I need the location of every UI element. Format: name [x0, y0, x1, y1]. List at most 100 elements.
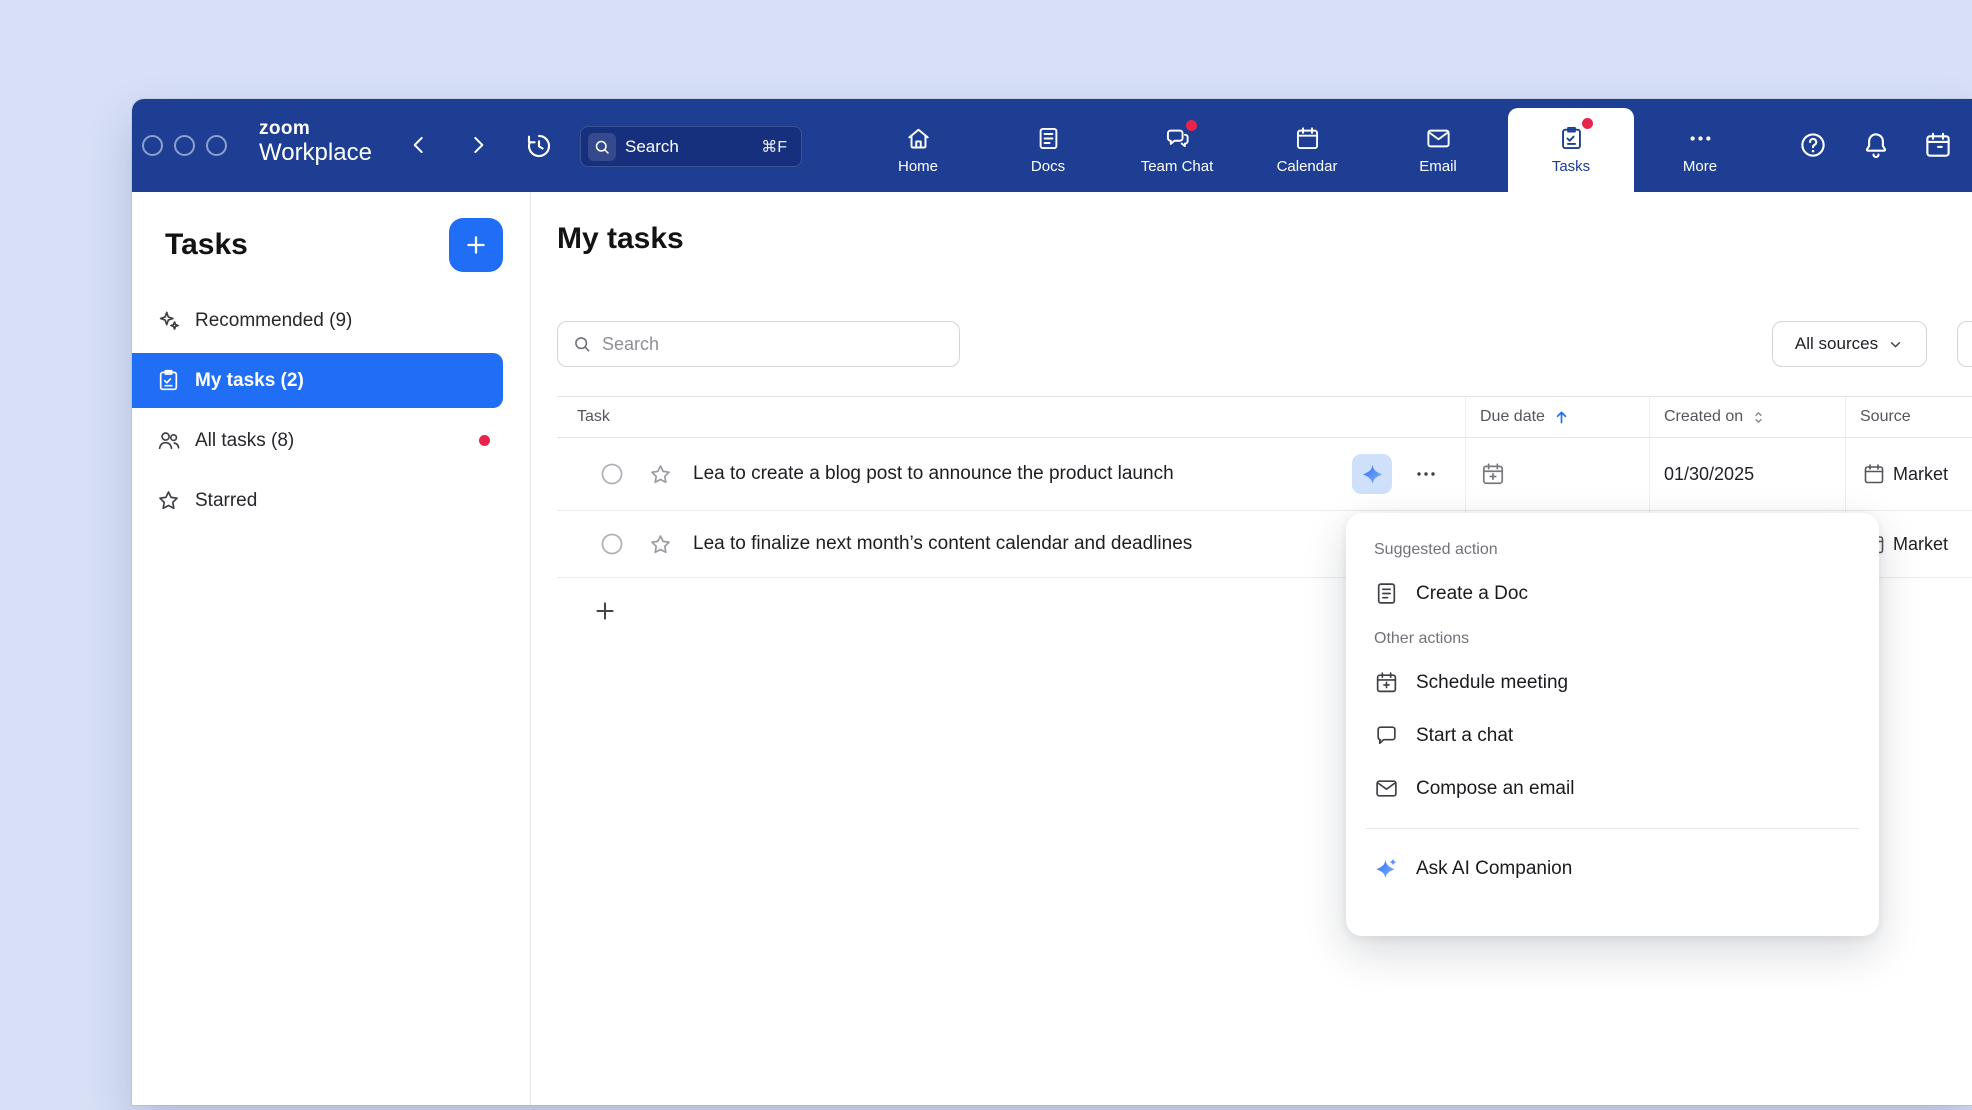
sidebar-item-recommended[interactable]: Recommended (9) [132, 293, 503, 348]
plus-icon [463, 232, 489, 258]
nav-item-more[interactable]: More [1637, 108, 1763, 192]
logo-zoom-text: zoom [259, 119, 372, 139]
column-header-source[interactable]: Source [1845, 397, 1972, 437]
menu-item-create-doc[interactable]: Create a Doc [1346, 567, 1879, 620]
window-control-maximize[interactable] [206, 135, 227, 156]
more-icon [1687, 125, 1714, 152]
home-icon [905, 125, 932, 152]
task-title[interactable]: Lea to create a blog post to announce th… [693, 463, 1174, 485]
email-icon [1425, 125, 1452, 152]
due-date-cell[interactable] [1465, 438, 1649, 510]
window-control-close[interactable] [142, 135, 163, 156]
window-control-minimize[interactable] [174, 135, 195, 156]
task-checkbox[interactable] [599, 461, 625, 487]
filter-extra-button[interactable] [1957, 321, 1972, 367]
menu-item-ask-ai-companion[interactable]: Ask AI Companion [1346, 842, 1879, 895]
search-icon [588, 133, 616, 161]
nav-item-email[interactable]: Email [1375, 108, 1501, 192]
all-tasks-notification-dot [479, 435, 490, 446]
plus-icon [592, 598, 618, 624]
nav-item-tasks[interactable]: Tasks [1508, 108, 1634, 192]
tasks-sidebar: Tasks Recommended (9) My tasks (2) All t… [132, 192, 531, 1105]
top-bar: zoom Workplace Search ⌘F Home Docs [132, 99, 1972, 192]
page-title: My tasks [557, 222, 684, 256]
nav-item-docs[interactable]: Docs [985, 108, 1111, 192]
star-icon[interactable] [648, 532, 673, 557]
column-header-created-on[interactable]: Created on [1649, 397, 1845, 437]
ai-sparkle-icon [1361, 463, 1384, 486]
sidebar-item-label: Recommended (9) [195, 310, 352, 332]
search-icon [572, 334, 592, 354]
clipboard-check-icon [156, 368, 181, 393]
task-search[interactable] [557, 321, 960, 367]
history-button[interactable] [524, 131, 554, 161]
menu-item-label: Compose an email [1416, 778, 1574, 800]
chat-bubble-icon [1374, 723, 1399, 748]
sources-filter-dropdown[interactable]: All sources [1772, 321, 1927, 367]
schedule-button[interactable] [1923, 130, 1953, 160]
global-search[interactable]: Search ⌘F [580, 126, 802, 167]
new-task-button[interactable] [449, 218, 503, 272]
column-header-due-date[interactable]: Due date [1465, 397, 1649, 437]
ai-sparkle-icon [1374, 856, 1399, 881]
suggested-actions-menu: Suggested action Create a Doc Other acti… [1346, 513, 1879, 936]
menu-divider [1366, 828, 1859, 829]
sidebar-item-all-tasks[interactable]: All tasks (8) [132, 413, 503, 468]
ai-companion-actions-button[interactable] [1352, 454, 1392, 494]
task-title[interactable]: Lea to finalize next month’s content cal… [693, 533, 1192, 555]
tasks-icon [1558, 125, 1585, 152]
sources-filter-label: All sources [1795, 334, 1878, 354]
envelope-icon [1374, 776, 1399, 801]
back-button[interactable] [406, 132, 432, 158]
nav-item-team-chat[interactable]: Team Chat [1114, 108, 1240, 192]
sort-ascending-icon[interactable] [1552, 408, 1571, 427]
nav-item-label: Team Chat [1141, 158, 1214, 175]
nav-item-calendar[interactable]: Calendar [1244, 108, 1370, 192]
sidebar-list: Recommended (9) My tasks (2) All tasks (… [132, 293, 503, 533]
team-chat-notification-dot [1186, 120, 1197, 131]
chevron-right-icon [465, 132, 491, 158]
menu-item-label: Ask AI Companion [1416, 858, 1572, 880]
nav-item-label: Home [898, 158, 938, 175]
column-header-task[interactable]: Task [557, 397, 1465, 437]
task-cell: Lea to create a blog post to announce th… [557, 438, 1465, 510]
ellipsis-icon [1414, 462, 1438, 486]
history-icon [524, 131, 554, 161]
doc-icon [1374, 581, 1399, 606]
created-on-value: 01/30/2025 [1664, 464, 1754, 485]
star-icon[interactable] [648, 462, 673, 487]
help-icon [1798, 130, 1828, 160]
source-value: Market [1893, 464, 1948, 485]
calendar-plus-icon [1374, 670, 1399, 695]
calendar-plus-icon[interactable] [1480, 461, 1506, 487]
nav-item-home[interactable]: Home [855, 108, 981, 192]
task-checkbox[interactable] [599, 531, 625, 557]
menu-item-compose-email[interactable]: Compose an email [1346, 762, 1879, 815]
forward-button[interactable] [465, 132, 491, 158]
source-calendar-icon [1862, 462, 1886, 486]
chevron-left-icon [406, 132, 432, 158]
calendar-icon [1294, 125, 1321, 152]
people-icon [156, 428, 181, 453]
sort-toggle-icon[interactable] [1750, 409, 1767, 426]
row-more-button[interactable] [1405, 455, 1447, 493]
table-header-row: Task Due date Created on Source [557, 396, 1972, 438]
menu-item-start-chat[interactable]: Start a chat [1346, 709, 1879, 762]
nav-item-label: Calendar [1277, 158, 1338, 175]
sidebar-item-my-tasks[interactable]: My tasks (2) [132, 353, 503, 408]
sidebar-item-starred[interactable]: Starred [132, 473, 503, 528]
chevron-down-icon [1887, 336, 1904, 353]
sidebar-item-label: Starred [195, 490, 257, 512]
notifications-button[interactable] [1861, 130, 1891, 160]
menu-item-schedule-meeting[interactable]: Schedule meeting [1346, 656, 1879, 709]
global-search-shortcut: ⌘F [761, 137, 787, 157]
help-button[interactable] [1798, 130, 1828, 160]
source-cell[interactable]: Market [1845, 438, 1972, 510]
global-search-label: Search [625, 137, 752, 157]
created-on-cell: 01/30/2025 [1649, 438, 1845, 510]
nav-item-label: Tasks [1552, 158, 1590, 175]
nav-item-label: Docs [1031, 158, 1065, 175]
task-search-input[interactable] [602, 334, 945, 355]
sidebar-item-label: All tasks (8) [195, 430, 294, 452]
calendar-day-icon [1923, 130, 1953, 160]
